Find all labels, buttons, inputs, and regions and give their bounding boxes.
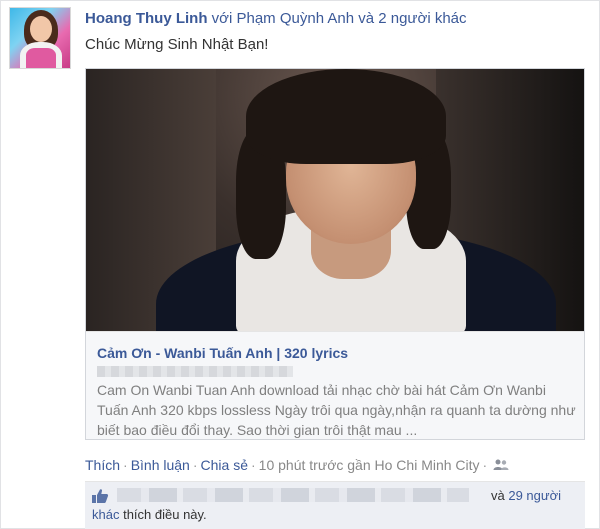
separator: ·: [192, 457, 198, 473]
likes-and-label: và: [491, 488, 509, 503]
separator: ·: [123, 457, 128, 473]
attachment-image[interactable]: [86, 69, 584, 331]
comment-link[interactable]: Bình luận: [131, 457, 190, 473]
likers-names-redacted: [117, 488, 469, 502]
separator: ·: [482, 457, 488, 473]
attachment-title-link[interactable]: Cảm Ơn - Wanbi Tuấn Anh | 320 lyrics: [97, 345, 348, 361]
post-actions: Thích · Bình luận · Chia sẻ · 10 phút trước gầ…: [85, 457, 509, 474]
likes-count-link[interactable]: 29 người: [508, 488, 561, 503]
author-avatar[interactable]: [9, 7, 71, 69]
likes-others-link[interactable]: khác: [92, 507, 119, 522]
post-timestamp-location[interactable]: 10 phút trước gần Ho Chi Minh City: [259, 457, 480, 473]
separator: ·: [251, 457, 256, 473]
author-name-link[interactable]: Hoang Thuy Linh: [85, 10, 207, 27]
share-link[interactable]: Chia sẻ: [201, 457, 248, 473]
status-text: Chúc Mừng Sinh Nhật Bạn!: [85, 36, 269, 53]
like-link[interactable]: Thích: [85, 457, 120, 473]
likes-summary: và 29 người khác thích điều này.: [85, 481, 585, 529]
feed-post: Hoang Thuy Linh với Phạm Quỳnh Anh và 2 …: [0, 0, 600, 529]
post-header: Hoang Thuy Linh với Phạm Quỳnh Anh và 2 …: [85, 10, 467, 27]
likes-line-2: khác thích điều này.: [92, 507, 207, 522]
link-attachment[interactable]: Cảm Ơn - Wanbi Tuấn Anh | 320 lyrics Cam…: [85, 68, 585, 440]
attachment-details: Cảm Ơn - Wanbi Tuấn Anh | 320 lyrics Cam…: [86, 331, 584, 439]
likes-count-text: và 29 người: [491, 488, 561, 503]
tagged-friends-link[interactable]: với Phạm Quỳnh Anh và 2 người khác: [207, 10, 467, 27]
people-icon[interactable]: [493, 458, 509, 474]
thumbs-up-icon: [91, 488, 109, 509]
attachment-description: Cam On Wanbi Tuan Anh download tải nhạc …: [97, 382, 576, 438]
likes-suffix: thích điều này.: [119, 507, 207, 522]
attachment-source-redacted: [97, 366, 293, 377]
